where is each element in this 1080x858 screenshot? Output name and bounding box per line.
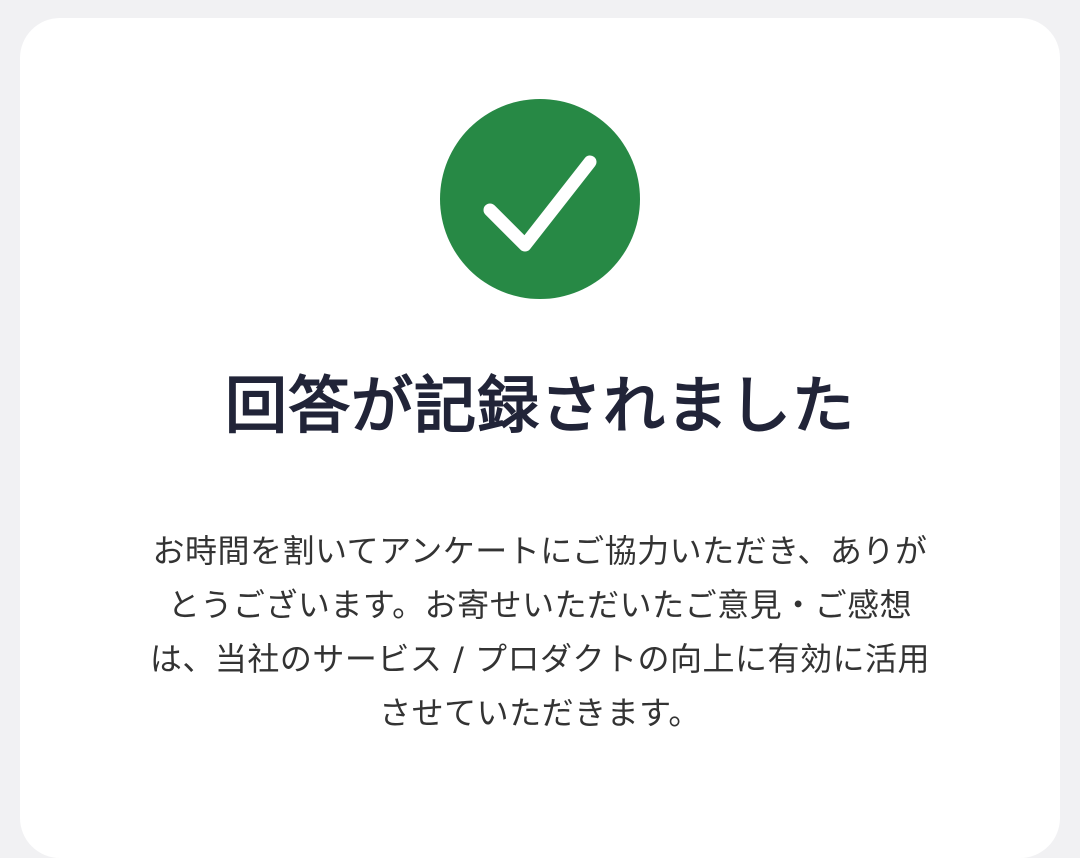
confirmation-message: お時間を割いてアンケートにご協力いただき、ありが とうございます。お寄せいただい… bbox=[120, 524, 960, 740]
message-line: は、当社のサービス / プロダクトの向上に有効に活用 bbox=[149, 640, 931, 678]
message-line: お時間を割いてアンケートにご協力いただき、ありが bbox=[152, 532, 928, 570]
message-line: させていただきます。 bbox=[379, 694, 701, 732]
message-line: とうございます。お寄せいただいたご意見・ご感想 bbox=[167, 586, 913, 624]
success-badge bbox=[440, 99, 640, 299]
check-icon bbox=[483, 155, 597, 252]
confirmation-title: 回答が記録されました bbox=[224, 369, 855, 442]
confirmation-card: 回答が記録されました お時間を割いてアンケートにご協力いただき、ありが とうござ… bbox=[20, 18, 1060, 858]
